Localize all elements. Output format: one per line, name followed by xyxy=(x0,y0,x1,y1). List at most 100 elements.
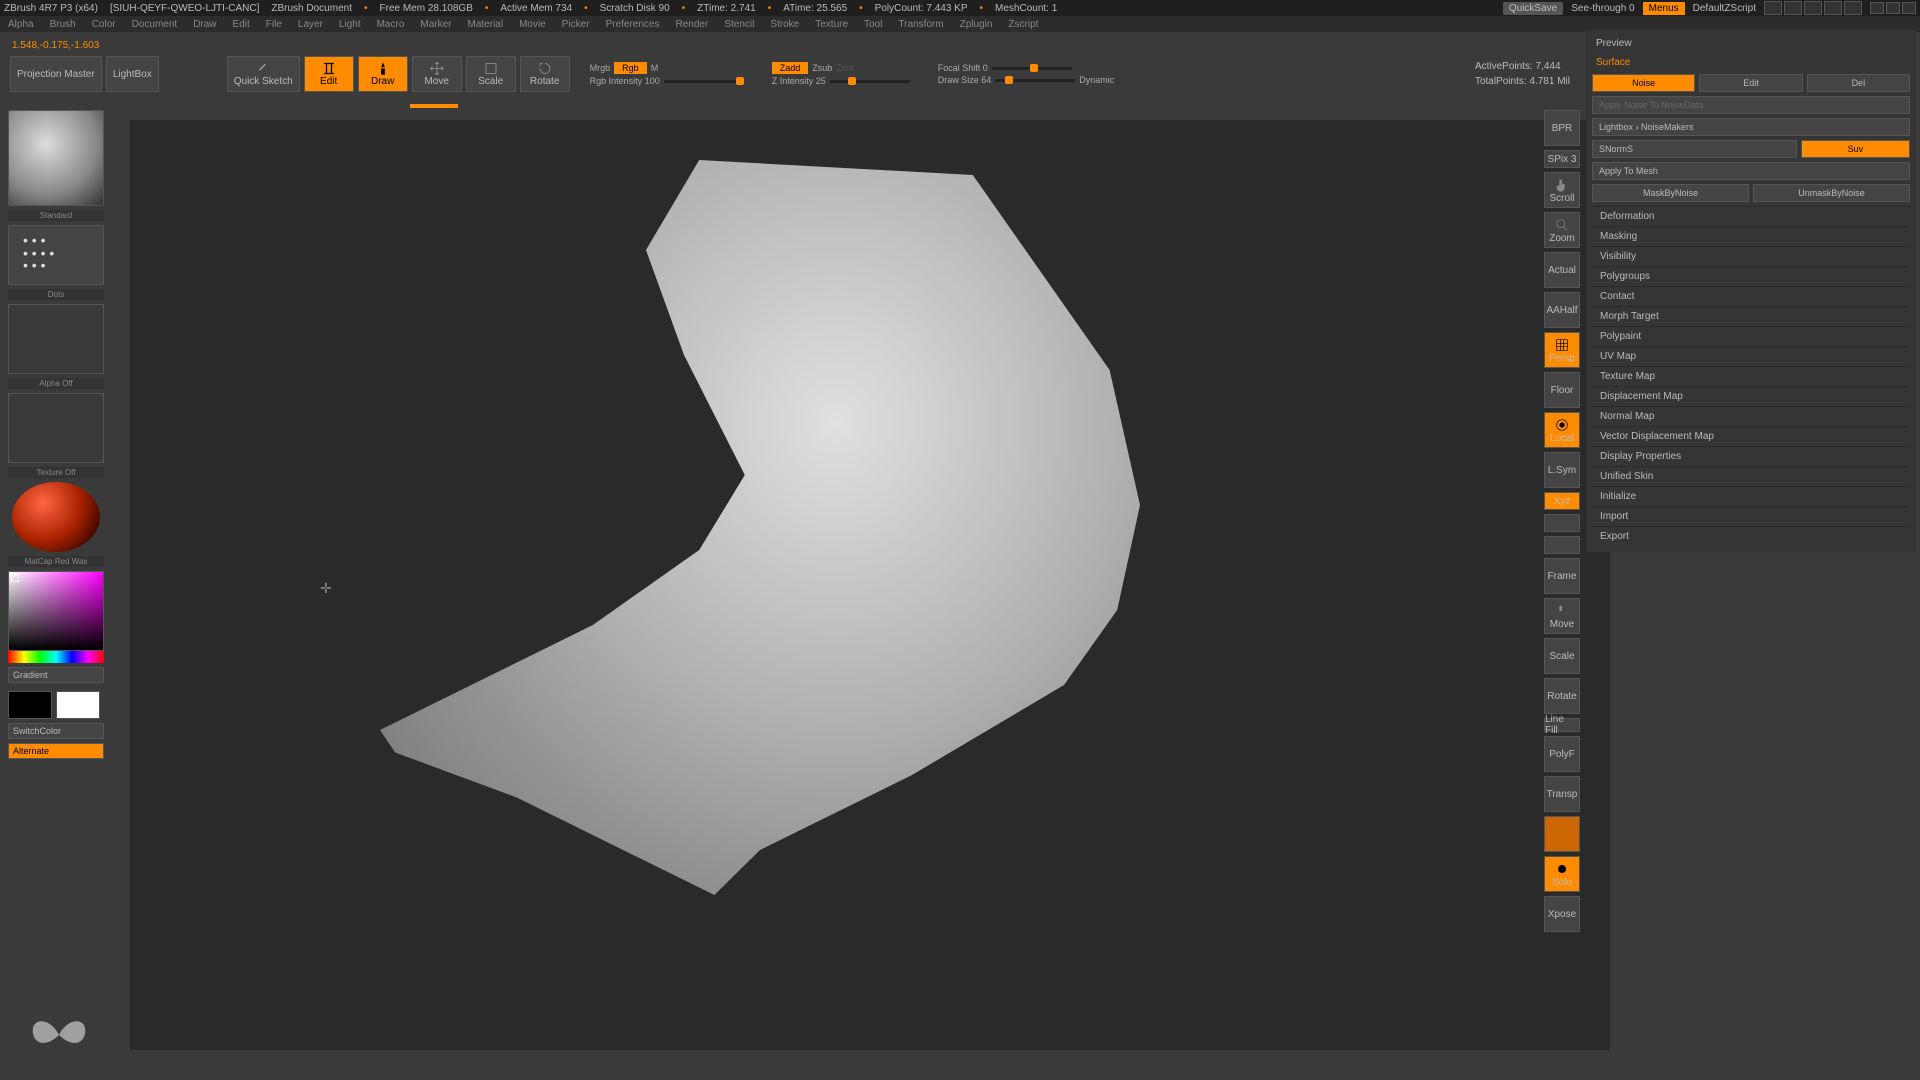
persp-button[interactable]: Persp xyxy=(1544,332,1580,368)
primary-color-swatch[interactable] xyxy=(56,691,100,719)
menu-item[interactable]: Marker xyxy=(420,19,451,30)
menu-item[interactable]: Zscript xyxy=(1008,19,1038,30)
section-header[interactable]: Deformation xyxy=(1592,206,1910,226)
menu-item[interactable]: Color xyxy=(92,19,116,30)
z-intensity-slider[interactable]: Z Intensity 25 xyxy=(772,76,826,86)
scale-button[interactable]: Scale xyxy=(466,56,516,92)
texture-thumbnail[interactable] xyxy=(8,393,104,463)
section-header[interactable]: Unified Skin xyxy=(1592,466,1910,486)
surface-header[interactable]: Surface xyxy=(1592,55,1910,70)
unmask-by-noise-button[interactable]: UnmaskByNoise xyxy=(1753,184,1910,202)
scroll-button[interactable]: Scroll xyxy=(1544,172,1580,208)
alpha-thumbnail[interactable] xyxy=(8,304,104,374)
menu-item[interactable]: Picker xyxy=(562,19,590,30)
section-header[interactable]: Display Properties xyxy=(1592,446,1910,466)
dock-spacer[interactable] xyxy=(1544,536,1580,554)
projection-master-button[interactable]: Projection Master xyxy=(10,56,102,92)
mrgb-toggle[interactable]: Mrgb xyxy=(590,63,611,73)
menu-item[interactable]: Macro xyxy=(377,19,405,30)
menu-item[interactable]: Light xyxy=(339,19,361,30)
section-header[interactable]: Import xyxy=(1592,506,1910,526)
alternate-button[interactable]: Alternate xyxy=(8,743,104,759)
lightbox-noisemakers-button[interactable]: Lightbox › NoiseMakers xyxy=(1592,118,1910,136)
dock-spacer[interactable] xyxy=(1544,514,1580,532)
xyz-button[interactable]: Xyz xyxy=(1544,492,1580,510)
xpose-button[interactable]: Xpose xyxy=(1544,896,1580,932)
bpr-button[interactable]: BPR xyxy=(1544,110,1580,146)
aahalf-button[interactable]: AAHalf xyxy=(1544,292,1580,328)
spix-slider[interactable]: SPix 3 xyxy=(1544,150,1580,168)
rotate-nav-button[interactable]: Rotate xyxy=(1544,678,1580,714)
section-header[interactable]: Masking xyxy=(1592,226,1910,246)
move-button[interactable]: Move xyxy=(412,56,462,92)
viewport[interactable] xyxy=(130,120,1610,1050)
edit-noise-button[interactable]: Edit xyxy=(1699,74,1802,92)
section-header[interactable]: Texture Map xyxy=(1592,366,1910,386)
material-thumbnail[interactable] xyxy=(12,482,100,552)
zoom-button[interactable]: Zoom xyxy=(1544,212,1580,248)
section-header[interactable]: Morph Target xyxy=(1592,306,1910,326)
menu-item[interactable]: Edit xyxy=(233,19,250,30)
rotate-button[interactable]: Rotate xyxy=(520,56,570,92)
del-noise-button[interactable]: Del xyxy=(1807,74,1910,92)
menu-item[interactable]: Draw xyxy=(193,19,216,30)
zcut-toggle[interactable]: Zcut xyxy=(836,63,854,73)
rgb-intensity-slider[interactable]: Rgb Intensity 100 xyxy=(590,76,660,86)
transp-button[interactable]: Transp xyxy=(1544,776,1580,812)
section-header[interactable]: Polypaint xyxy=(1592,326,1910,346)
lightbox-button[interactable]: LightBox xyxy=(106,56,159,92)
mask-by-noise-button[interactable]: MaskByNoise xyxy=(1592,184,1749,202)
section-header[interactable]: Export xyxy=(1592,526,1910,546)
menu-item[interactable]: Layer xyxy=(298,19,323,30)
draw-size-slider[interactable]: Draw Size 64 xyxy=(938,75,992,85)
section-header[interactable]: Displacement Map xyxy=(1592,386,1910,406)
section-header[interactable]: Vector Displacement Map xyxy=(1592,426,1910,446)
suv-button[interactable]: Suv xyxy=(1801,140,1910,158)
menu-item[interactable]: Brush xyxy=(50,19,76,30)
polyf-button[interactable]: PolyF xyxy=(1544,736,1580,772)
menu-item[interactable]: Stencil xyxy=(724,19,754,30)
m-toggle[interactable]: M xyxy=(651,63,659,73)
local-button[interactable]: Local xyxy=(1544,412,1580,448)
menu-item[interactable]: Zplugin xyxy=(960,19,993,30)
section-header[interactable]: Initialize xyxy=(1592,486,1910,506)
menus-toggle[interactable]: Menus xyxy=(1643,2,1685,15)
solo-button[interactable]: Solo xyxy=(1544,856,1580,892)
menu-item[interactable]: Texture xyxy=(815,19,848,30)
zadd-toggle[interactable]: Zadd xyxy=(772,62,809,74)
brush-thumbnail[interactable] xyxy=(8,110,104,206)
color-picker[interactable] xyxy=(8,571,104,663)
menu-item[interactable]: Render xyxy=(676,19,709,30)
floor-button[interactable]: Floor xyxy=(1544,372,1580,408)
menu-item[interactable]: Document xyxy=(132,19,178,30)
switch-color-button[interactable]: SwitchColor xyxy=(8,723,104,739)
section-header[interactable]: Visibility xyxy=(1592,246,1910,266)
layout-icons[interactable] xyxy=(1764,1,1862,15)
preview-header[interactable]: Preview xyxy=(1592,36,1910,51)
move-nav-button[interactable]: Move xyxy=(1544,598,1580,634)
lsym-button[interactable]: L.Sym xyxy=(1544,452,1580,488)
draw-button[interactable]: Draw xyxy=(358,56,408,92)
menu-item[interactable]: Preferences xyxy=(606,19,660,30)
secondary-color-swatch[interactable] xyxy=(8,691,52,719)
focal-shift-slider[interactable]: Focal Shift 0 xyxy=(938,63,988,73)
window-controls[interactable] xyxy=(1870,2,1916,14)
section-header[interactable]: UV Map xyxy=(1592,346,1910,366)
section-header[interactable]: Contact xyxy=(1592,286,1910,306)
section-header[interactable]: Normal Map xyxy=(1592,406,1910,426)
stroke-thumbnail[interactable] xyxy=(8,225,104,285)
rgb-toggle[interactable]: Rgb xyxy=(614,62,647,74)
quicksave-button[interactable]: QuickSave xyxy=(1503,2,1563,15)
scale-nav-button[interactable]: Scale xyxy=(1544,638,1580,674)
edit-button[interactable]: Edit xyxy=(304,56,354,92)
snorm-slider[interactable]: SNormS xyxy=(1592,140,1797,158)
ghost-button[interactable] xyxy=(1544,816,1580,852)
menu-item[interactable]: Stroke xyxy=(770,19,799,30)
actual-button[interactable]: Actual xyxy=(1544,252,1580,288)
gradient-button[interactable]: Gradient xyxy=(8,667,104,683)
menu-item[interactable]: Material xyxy=(468,19,504,30)
noise-button[interactable]: Noise xyxy=(1592,74,1695,92)
menu-item[interactable]: Movie xyxy=(519,19,546,30)
frame-button[interactable]: Frame xyxy=(1544,558,1580,594)
section-header[interactable]: Polygroups xyxy=(1592,266,1910,286)
